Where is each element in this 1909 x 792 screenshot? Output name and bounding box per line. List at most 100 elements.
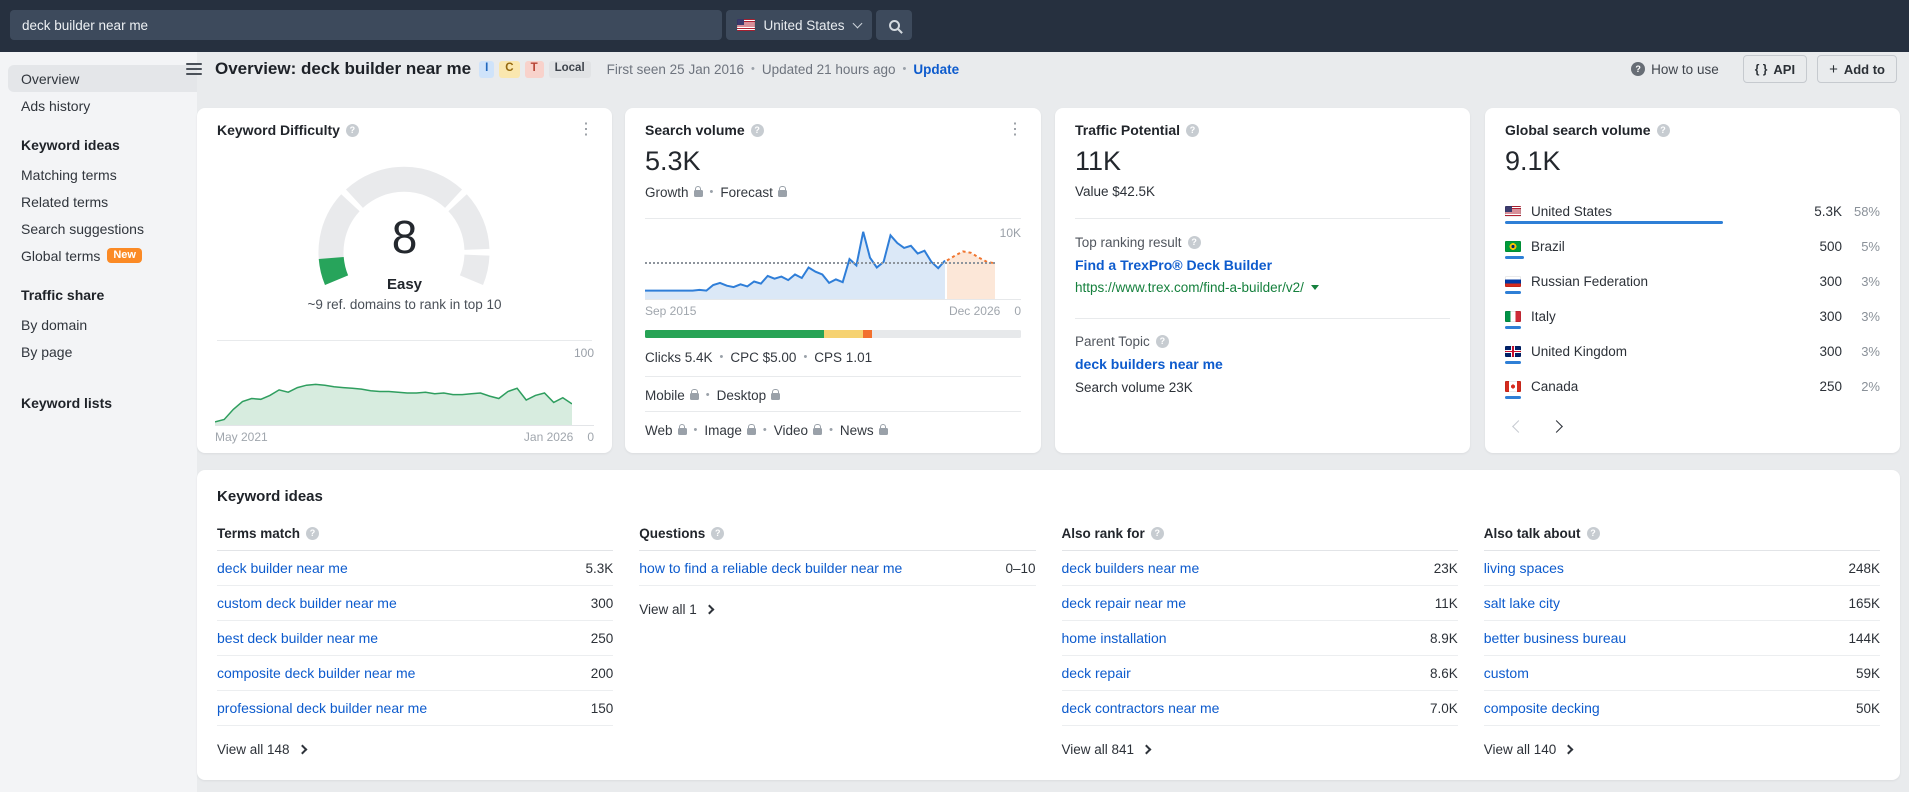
global-volume-value: 9.1K bbox=[1505, 146, 1561, 176]
keyword-link[interactable]: best deck builder near me bbox=[217, 630, 378, 646]
dot-separator: • bbox=[709, 186, 714, 198]
keyword-link[interactable]: deck repair bbox=[1062, 665, 1131, 681]
parent-topic-link[interactable]: deck builders near me bbox=[1075, 356, 1223, 372]
keyword-row: deck builders near me 23K bbox=[1061, 551, 1458, 586]
clicks-bar-segment-3 bbox=[872, 330, 1021, 338]
search-button[interactable] bbox=[876, 10, 912, 40]
help-icon[interactable] bbox=[1150, 527, 1164, 540]
keyword-column-also-rank-for: Also rank fordeck builders near me23Kdec… bbox=[1061, 517, 1458, 764]
keyword-link[interactable]: deck builder near me bbox=[217, 560, 348, 576]
view-all-link[interactable]: View all 1 bbox=[639, 594, 1035, 624]
sidebar-item-related-terms[interactable]: Related terms bbox=[8, 188, 197, 215]
keyword-link[interactable]: custom deck builder near me bbox=[217, 595, 397, 611]
view-all-link[interactable]: View all 841 bbox=[1062, 734, 1458, 764]
keyword-row: composite deck builder near me 200 bbox=[217, 656, 614, 691]
help-icon[interactable] bbox=[1656, 123, 1670, 137]
next-page-button[interactable] bbox=[1543, 412, 1569, 440]
link-news[interactable]: News bbox=[840, 423, 874, 438]
chart-date-end: Dec 2026 bbox=[948, 304, 1001, 318]
view-all-link[interactable]: View all 140 bbox=[1484, 734, 1880, 764]
keyword-column-also-talk-about: Also talk about living spaces 248K salt lak… bbox=[1483, 517, 1880, 764]
global-search-volume-card: Global search volume 9.1K United States 5… bbox=[1485, 108, 1900, 453]
country-volume-bar bbox=[1505, 396, 1521, 399]
new-badge: New bbox=[107, 248, 142, 263]
keyword-link[interactable]: professional deck builder near me bbox=[217, 700, 427, 716]
keyword-row: salt lake city 165K bbox=[1483, 586, 1880, 621]
code-braces-icon: { } bbox=[1754, 62, 1768, 76]
kebab-menu-icon[interactable]: ⋮ bbox=[1003, 122, 1027, 138]
keyword-link[interactable]: better business bureau bbox=[1484, 630, 1626, 646]
keyword-volume: 165K bbox=[1848, 595, 1880, 611]
chart-dates: May 2021 Jan 2026 0 bbox=[215, 430, 594, 444]
keyword-link[interactable]: deck contractors near me bbox=[1062, 700, 1220, 716]
keyword-ideas-grid: Terms match deck builder near me 5.3K custo… bbox=[197, 517, 1900, 764]
country-volume: 5.3K bbox=[1814, 204, 1842, 219]
keyword-link[interactable]: living spaces bbox=[1484, 560, 1564, 576]
update-link[interactable]: Update bbox=[913, 62, 959, 77]
sidebar-item-search-suggestions[interactable]: Search suggestions bbox=[8, 215, 197, 242]
link-web[interactable]: Web bbox=[645, 423, 673, 438]
top-ranking-result-url[interactable]: https://www.trex.com/find-a-builder/v2/ bbox=[1075, 280, 1319, 295]
link-video[interactable]: Video bbox=[774, 423, 808, 438]
country-row-russian-federation: Russian Federation 300 3% bbox=[1505, 264, 1880, 299]
view-all-label: View all 1 bbox=[639, 601, 697, 617]
sidebar-item-matching-terms[interactable]: Matching terms bbox=[8, 161, 197, 188]
dot-separator: • bbox=[829, 424, 833, 436]
intent-badge-c[interactable]: C bbox=[499, 60, 520, 78]
view-all-link[interactable]: View all 148 bbox=[217, 734, 613, 764]
lock-icon bbox=[878, 423, 888, 435]
keyword-ideas-title: Keyword ideas bbox=[217, 488, 323, 505]
add-to-button[interactable]: + Add to bbox=[1817, 55, 1897, 83]
keyword-link[interactable]: how to find a reliable deck builder near… bbox=[639, 560, 902, 576]
top-ranking-result-link[interactable]: Find a TrexPro® Deck Builder bbox=[1075, 257, 1272, 273]
help-icon[interactable] bbox=[711, 527, 725, 540]
help-icon[interactable] bbox=[345, 123, 359, 137]
chevron-right-icon bbox=[297, 744, 308, 754]
intent-badge-t[interactable]: T bbox=[524, 60, 544, 78]
column-header-label: Terms match bbox=[217, 526, 301, 541]
country-volume-bar bbox=[1505, 291, 1521, 294]
axis-max-label: 100 bbox=[573, 346, 594, 360]
country-volume: 300 bbox=[1819, 309, 1842, 324]
help-icon[interactable] bbox=[1186, 123, 1200, 137]
chevron-right-icon bbox=[1563, 744, 1574, 754]
api-button[interactable]: { } API bbox=[1742, 55, 1808, 83]
country-volume: 250 bbox=[1819, 379, 1842, 394]
sidebar-item-ads-history[interactable]: Ads history bbox=[8, 92, 197, 119]
help-icon[interactable] bbox=[306, 527, 320, 540]
intent-badge-i[interactable]: I bbox=[479, 60, 495, 78]
link-desktop[interactable]: Desktop bbox=[717, 388, 767, 403]
sidebar-item-by-domain[interactable]: By domain bbox=[8, 311, 197, 338]
help-icon[interactable] bbox=[1155, 335, 1169, 348]
country-pagination bbox=[1505, 412, 1569, 440]
menu-icon[interactable] bbox=[186, 63, 202, 75]
link-growth[interactable]: Growth bbox=[645, 185, 689, 200]
sidebar-item-by-page[interactable]: By page bbox=[8, 338, 197, 365]
keyword-link[interactable]: home installation bbox=[1062, 630, 1167, 646]
link-image[interactable]: Image bbox=[704, 423, 742, 438]
keyword-link[interactable]: salt lake city bbox=[1484, 595, 1560, 611]
sidebar-item-overview[interactable]: Overview bbox=[8, 65, 197, 92]
link-mobile[interactable]: Mobile bbox=[645, 388, 685, 403]
help-icon[interactable] bbox=[1187, 236, 1201, 249]
country-selector[interactable]: United States bbox=[726, 10, 872, 40]
country-row-canada: Canada 250 2% bbox=[1505, 369, 1880, 404]
how-to-use-link[interactable]: How to use bbox=[1631, 62, 1719, 77]
kebab-menu-icon[interactable]: ⋮ bbox=[574, 122, 598, 138]
keyword-search-input[interactable] bbox=[10, 10, 722, 40]
help-icon[interactable] bbox=[1586, 527, 1600, 540]
keyword-link[interactable]: composite deck builder near me bbox=[217, 665, 415, 681]
parent-topic-volume: Search volume 23K bbox=[1075, 380, 1193, 395]
sidebar-item-global-terms[interactable]: Global terms New bbox=[8, 242, 197, 269]
sidebar: Overview Ads history Keyword ideas Matching… bbox=[0, 52, 197, 792]
prev-page-button[interactable] bbox=[1505, 412, 1531, 440]
link-forecast[interactable]: Forecast bbox=[720, 185, 773, 200]
keyword-ideas-panel: Keyword ideas Terms match deck builder ne… bbox=[197, 470, 1900, 780]
country-name: Russian Federation bbox=[1531, 274, 1649, 289]
intent-badge-local[interactable]: Local bbox=[548, 60, 591, 78]
keyword-link[interactable]: deck repair near me bbox=[1062, 595, 1187, 611]
keyword-link[interactable]: deck builders near me bbox=[1062, 560, 1200, 576]
keyword-link[interactable]: custom bbox=[1484, 665, 1529, 681]
keyword-link[interactable]: composite decking bbox=[1484, 700, 1600, 716]
help-icon[interactable] bbox=[750, 123, 764, 137]
